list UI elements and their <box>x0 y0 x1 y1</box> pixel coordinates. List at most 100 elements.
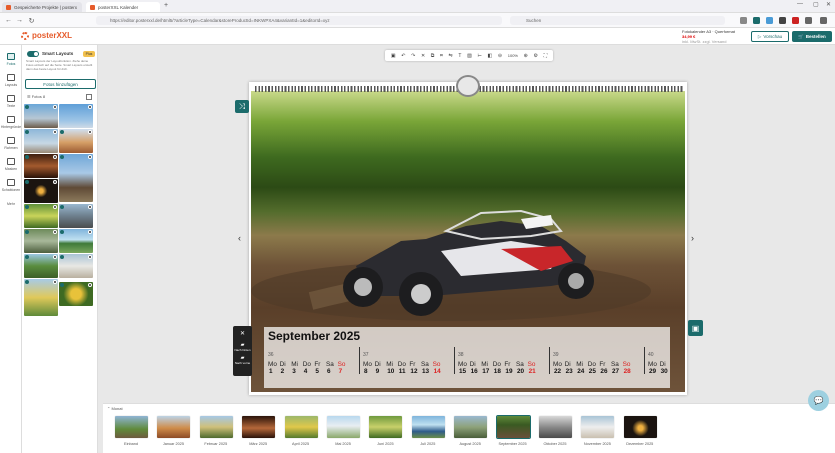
grid-view-icon[interactable] <box>86 94 92 100</box>
close-window-icon[interactable]: ✕ <box>826 1 831 8</box>
save-icon[interactable]: ▣ <box>391 53 396 59</box>
layer-icon[interactable]: ◧ <box>488 53 493 59</box>
page-thumbnail-label[interactable]: Einband <box>111 442 151 446</box>
next-page-icon[interactable]: › <box>691 233 694 243</box>
crop-icon[interactable]: ⌗ <box>440 53 443 59</box>
shuffle-layout-button[interactable]: ⤨ <box>235 100 249 113</box>
page-thumbnail-label[interactable]: Mai 2025 <box>323 442 363 446</box>
fullscreen-icon[interactable]: ⛶ <box>544 53 548 59</box>
page-thumbnail-label[interactable]: November 2025 <box>577 442 617 446</box>
order-button[interactable]: 🛒 Bestellen <box>792 31 832 42</box>
text-tool-icon[interactable]: T <box>458 53 461 59</box>
select-indicator <box>88 230 92 234</box>
photo-thumbnail[interactable] <box>24 129 58 153</box>
page-thumbnail-label[interactable]: Juni 2025 <box>365 442 405 446</box>
page-thumbnail[interactable] <box>284 416 318 438</box>
rail-item-more[interactable]: Mehr <box>0 193 22 214</box>
photo-thumbnail[interactable] <box>24 104 58 128</box>
browser-tab-active[interactable]: posterXXL Kalender <box>86 2 160 12</box>
page-thumbnail-label[interactable]: September 2025 <box>493 442 533 446</box>
smart-layouts-toggle[interactable] <box>27 51 39 57</box>
photo-thumbnail[interactable] <box>24 229 58 253</box>
align-icon[interactable]: ⊢ <box>477 53 481 59</box>
add-photos-button[interactable]: Fotos hinzufügen <box>25 79 96 89</box>
photo-filter[interactable]: ☰ Fotos 8 <box>27 94 45 99</box>
settings-icon[interactable]: ⚙ <box>534 53 538 59</box>
redo-icon[interactable]: ↷ <box>411 53 415 59</box>
forward-icon[interactable]: → <box>15 16 24 25</box>
duplicate-icon[interactable]: ⧉ <box>431 53 435 59</box>
maximize-icon[interactable]: ▢ <box>813 1 819 8</box>
page-thumbnail[interactable] <box>623 416 657 438</box>
page-thumbnail[interactable] <box>157 416 191 438</box>
photo-thumbnail[interactable] <box>59 129 93 153</box>
page-thumbnail-label[interactable]: Januar 2025 <box>153 442 193 446</box>
rail-item-photos[interactable]: Fotos <box>0 49 22 70</box>
undo-icon[interactable]: ↶ <box>401 53 405 59</box>
page-thumbnail[interactable] <box>411 416 445 438</box>
extension-icon[interactable] <box>792 17 799 24</box>
photo-thumbnail[interactable] <box>59 229 93 253</box>
extension-icon[interactable] <box>740 17 747 24</box>
zoom-in-icon[interactable]: ⊕ <box>524 53 528 59</box>
extension-icon[interactable] <box>753 17 760 24</box>
close-icon[interactable]: ✕ <box>233 326 252 337</box>
page-thumbnail-label[interactable]: Dezember 2025 <box>620 442 660 446</box>
page-thumbnail[interactable] <box>539 416 572 438</box>
rail-item-masks[interactable]: Masken <box>0 154 22 175</box>
reload-icon[interactable]: ↻ <box>27 16 36 25</box>
browser-tab[interactable]: Gespeicherte Projekte | posterx <box>2 2 82 12</box>
page-thumbnail[interactable] <box>454 416 488 438</box>
photo-thumbnail[interactable] <box>24 154 58 178</box>
photo-thumbnail[interactable] <box>24 254 58 278</box>
url-bar[interactable]: https://editor.posterxxl.de/html5/?artic… <box>96 16 502 25</box>
zoom-out-icon[interactable]: ⊖ <box>498 53 502 59</box>
page-thumbnail[interactable] <box>581 416 615 438</box>
photo-thumbnail[interactable] <box>24 179 58 203</box>
page-thumbnail[interactable] <box>199 416 233 438</box>
photo-thumbnail[interactable] <box>24 279 58 316</box>
used-indicator <box>60 130 64 134</box>
photo-thumbnail[interactable] <box>24 204 58 228</box>
delete-icon[interactable]: ✕ <box>421 53 425 59</box>
page-thumbnail-label[interactable]: Oktober 2025 <box>535 442 575 446</box>
new-tab-icon[interactable]: + <box>164 2 168 9</box>
logo[interactable]: posterXXL <box>21 31 72 40</box>
image-tool-icon[interactable]: ▨ <box>467 53 472 59</box>
page-thumbnail[interactable] <box>115 416 148 438</box>
photo-thumbnail[interactable] <box>59 154 93 202</box>
photo-thumbnail[interactable] <box>59 282 93 306</box>
send-back-label[interactable]: Nach hinten <box>233 348 252 352</box>
month-title[interactable]: September 2025 <box>268 329 360 343</box>
rail-item-layouts[interactable]: Layouts <box>0 70 22 91</box>
photo-options-button[interactable]: ▣ <box>688 320 703 336</box>
search-input[interactable]: Suchen <box>510 16 725 25</box>
weekday-label: Sa <box>516 361 524 368</box>
prev-page-icon[interactable]: ‹ <box>238 233 241 243</box>
back-icon[interactable]: ← <box>4 16 13 25</box>
page-thumbnail-label[interactable]: März 2025 <box>238 442 278 446</box>
photo-thumbnail[interactable] <box>59 204 93 228</box>
page-thumbnail[interactable] <box>327 416 360 438</box>
page-thumbnail-label[interactable]: Juli 2025 <box>408 442 448 446</box>
page-thumbnail[interactable] <box>369 416 403 438</box>
page-thumbnail[interactable] <box>495 415 531 439</box>
page-thumbnail-label[interactable]: August 2025 <box>450 442 490 446</box>
photo-thumbnail[interactable] <box>59 104 93 128</box>
photo-thumbnail[interactable] <box>59 254 93 278</box>
preview-button[interactable]: ▷ Vorschau <box>751 31 789 42</box>
page-thumbnail-label[interactable]: Februar 2025 <box>196 442 236 446</box>
flip-icon[interactable]: ⇋ <box>449 53 453 59</box>
rail-item-frames[interactable]: Rahmen <box>0 133 22 154</box>
menu-icon[interactable] <box>820 17 827 24</box>
bring-front-label[interactable]: Nach vorne <box>233 361 252 365</box>
chat-button[interactable]: 💬 <box>808 390 829 411</box>
extension-icon[interactable] <box>805 17 812 24</box>
rail-item-texts[interactable]: Texte <box>0 91 22 112</box>
page-thumbnail-label[interactable]: April 2025 <box>281 442 321 446</box>
extension-icon[interactable] <box>779 17 786 24</box>
page-thumbnail[interactable] <box>242 416 276 438</box>
rail-item-backgrounds[interactable]: Hintergründe <box>0 112 22 133</box>
minimize-icon[interactable]: — <box>797 1 803 7</box>
extension-icon[interactable] <box>766 17 773 24</box>
